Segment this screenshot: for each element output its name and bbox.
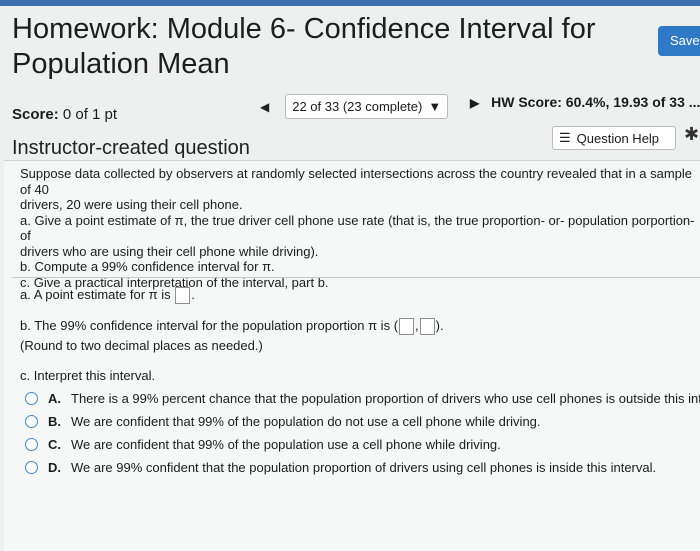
choice-letter: D. <box>48 460 61 475</box>
problem-line: drivers, 20 were using their cell phone. <box>20 197 243 212</box>
choice-letter: C. <box>48 437 61 452</box>
interval-upper-input[interactable] <box>419 318 435 336</box>
radio-button[interactable] <box>25 392 38 405</box>
radio-button[interactable] <box>25 438 38 451</box>
choice-text: We are confident that 99% of the populat… <box>71 414 541 429</box>
section-divider <box>12 277 700 278</box>
problem-line: b. Compute a 99% confidence interval for… <box>20 259 275 274</box>
dropdown-triangle-icon: ▼ <box>428 99 442 114</box>
score-label: Score: <box>12 106 59 123</box>
problem-line: a. Give a point estimate of π, the true … <box>20 212 695 244</box>
question-selector[interactable]: 22 of 33 (23 complete) ▼ <box>285 94 449 119</box>
problem-line: Suppose data collected by observers at r… <box>20 166 693 197</box>
interval-lower-input[interactable] <box>399 318 415 336</box>
choice-text: We are confident that 99% of the populat… <box>71 437 501 452</box>
part-b-label: b. The 99% confidence interval for the p… <box>20 318 391 333</box>
part-a-label: a. A point estimate for π is <box>20 287 171 302</box>
score-value: 0 of 1 pt <box>62 106 118 123</box>
question-source: Instructor-created question <box>12 137 250 159</box>
question-help-label: Question Help <box>576 130 660 146</box>
part-b: b. The 99% confidence interval for the p… <box>20 318 444 336</box>
choice-letter: B. <box>48 414 61 429</box>
radio-button[interactable] <box>25 415 38 428</box>
part-c-label: c. Interpret this interval. <box>20 368 156 383</box>
choice-b[interactable]: B. We are confident that 99% of the popu… <box>25 414 541 429</box>
question-pager: ◀ 22 of 33 (23 complete) ▼ <box>260 94 449 119</box>
question-selector-label: 22 of 33 (23 complete) <box>292 99 423 114</box>
choice-c[interactable]: C. We are confident that 99% of the popu… <box>25 437 501 452</box>
gear-icon[interactable]: ✱ <box>684 124 699 145</box>
homework-score: ▶ HW Score: 60.4%, 19.93 of 33 ... <box>470 94 700 110</box>
choice-text: There is a 99% percent chance that the p… <box>71 391 700 406</box>
problem-line: drivers who are using their cell phone w… <box>20 243 319 259</box>
previous-question-icon[interactable]: ◀ <box>260 100 269 114</box>
next-question-icon[interactable]: ▶ <box>470 96 479 110</box>
part-b-note: (Round to two decimal places as needed.) <box>20 338 263 353</box>
choice-letter: A. <box>48 391 61 406</box>
choice-text: We are 99% confident that the population… <box>71 460 657 475</box>
point-estimate-input[interactable] <box>175 287 191 305</box>
radio-button[interactable] <box>25 461 38 474</box>
top-accent-bar <box>0 0 700 6</box>
page-title: Homework: Module 6- Confidence Interval … <box>12 13 596 80</box>
choice-a[interactable]: A. There is a 99% percent chance that th… <box>25 391 700 406</box>
question-score: Score: 0 of 1 pt <box>12 106 117 123</box>
part-a: a. A point estimate for π is . <box>20 287 195 305</box>
problem-statement: Suppose data collected by observers at r… <box>20 166 696 290</box>
hw-score-text: HW Score: 60.4%, 19.93 of 33 ... <box>491 94 700 110</box>
list-icon: ☰ <box>559 130 571 145</box>
question-help-button[interactable]: ☰ Question Help <box>552 126 676 150</box>
choice-d[interactable]: D. We are 99% confident that the populat… <box>25 460 656 475</box>
save-button[interactable]: Save <box>658 26 700 56</box>
